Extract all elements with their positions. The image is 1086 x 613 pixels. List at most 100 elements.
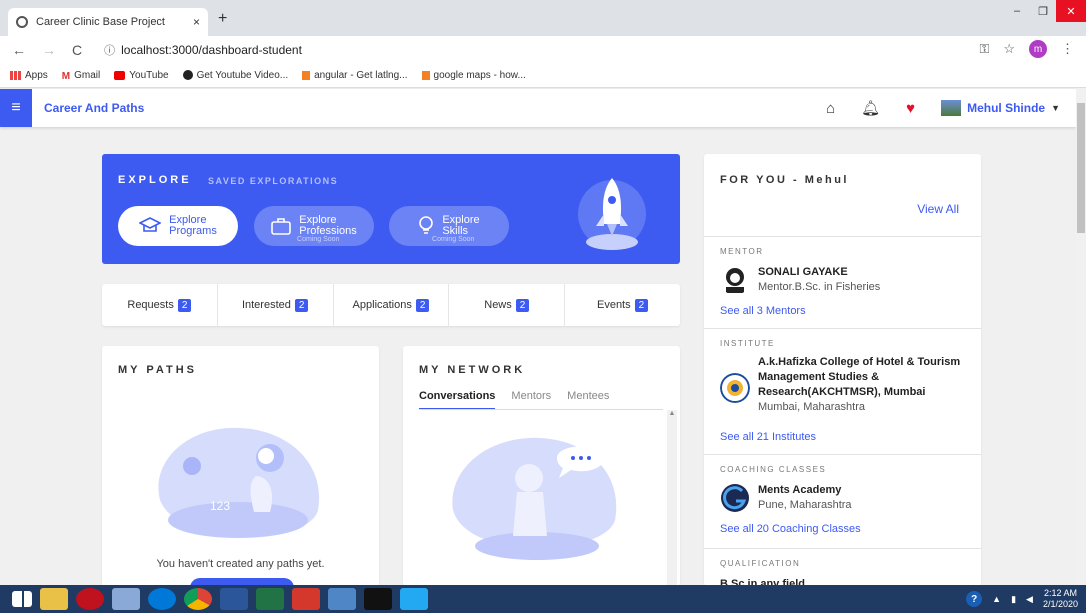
forward-icon[interactable]: → xyxy=(42,42,56,58)
window-close-icon[interactable]: ✕ xyxy=(1056,0,1086,22)
section-label: QUALIFICATION xyxy=(720,559,801,568)
explore-title[interactable]: EXPLORE xyxy=(118,174,192,186)
institute-name[interactable]: A.k.Hafizka College of Hotel & Tourism M… xyxy=(758,355,970,400)
new-tab-button[interactable]: + xyxy=(218,10,227,28)
institute-section: INSTITUTE A.k.Hafizka College of Hotel &… xyxy=(704,328,981,454)
see-all-mentors-link[interactable]: See all 3 Mentors xyxy=(720,305,806,317)
browser-titlebar: Career Clinic Base Project × + – ❐ ✕ xyxy=(0,0,1086,36)
skype-icon[interactable] xyxy=(148,588,176,610)
opera-icon[interactable] xyxy=(76,588,104,610)
view-all-link[interactable]: View All xyxy=(917,202,959,216)
url-text: localhost:3000/dashboard-student xyxy=(121,43,302,57)
tab-title: Career Clinic Base Project xyxy=(36,16,165,28)
excel-icon[interactable] xyxy=(256,588,284,610)
no-paths-message: You haven't created any paths yet. xyxy=(156,558,325,570)
bookmarks-bar: Apps M Gmail YouTube Get Youtube Video...… xyxy=(0,64,1086,88)
page-scrollbar[interactable] xyxy=(1076,89,1086,585)
tray-expand-icon[interactable]: ▲ xyxy=(992,594,1001,604)
bookmark-gmail[interactable]: M Gmail xyxy=(61,70,100,82)
institute-logo xyxy=(720,373,750,403)
bookmark-googlemaps[interactable]: google maps - how... xyxy=(421,70,526,81)
windows-start-icon[interactable] xyxy=(12,591,32,607)
bookmark-github[interactable]: Get Youtube Video... xyxy=(182,70,288,81)
bell-icon[interactable]: 🔔︎ xyxy=(861,99,880,117)
svg-text:123: 123 xyxy=(210,499,230,513)
github-icon xyxy=(182,70,193,81)
explore-programs-button[interactable]: Explore Programs xyxy=(118,206,238,246)
user-avatar xyxy=(941,100,962,116)
terminal-icon[interactable] xyxy=(364,588,392,610)
network-tabs: Conversations Mentors Mentees xyxy=(419,390,609,410)
coaching-name[interactable]: Ments Academy xyxy=(758,483,852,498)
institute-location: Mumbai, Maharashtra xyxy=(758,401,865,413)
explore-skills-button[interactable]: Explore Skills Coming Soon xyxy=(389,206,509,246)
minimize-icon[interactable]: – xyxy=(1004,0,1030,22)
stat-applications[interactable]: Applications 2 xyxy=(334,284,450,326)
browser-tab[interactable]: Career Clinic Base Project × xyxy=(8,8,208,36)
bookmark-youtube[interactable]: YouTube xyxy=(114,70,169,81)
url-field[interactable]: ⓘ localhost:3000/dashboard-student xyxy=(104,42,302,58)
rocket-illustration xyxy=(578,178,646,250)
network-app-icon[interactable] xyxy=(112,588,140,610)
site-favicon-icon xyxy=(16,16,28,28)
brand-title[interactable]: Career And Paths xyxy=(44,101,144,115)
pdf-app-icon[interactable] xyxy=(292,588,320,610)
my-paths-title: MY PATHS xyxy=(118,364,198,376)
scrollbar-thumb[interactable] xyxy=(1077,103,1085,233)
kebab-menu-icon[interactable]: ⋮ xyxy=(1061,41,1074,57)
restore-icon[interactable]: ❐ xyxy=(1030,0,1056,22)
info-icon[interactable]: ⓘ xyxy=(104,45,115,57)
section-label: INSTITUTE xyxy=(720,339,775,348)
apps-grid-icon xyxy=(10,70,21,80)
coming-soon-label: Coming Soon xyxy=(297,236,340,243)
tabs-divider xyxy=(419,409,663,410)
heart-icon[interactable]: ♥ xyxy=(906,100,915,117)
stat-events[interactable]: Events 2 xyxy=(565,284,680,326)
star-icon[interactable]: ☆ xyxy=(1003,41,1015,57)
see-all-coaching-link[interactable]: See all 20 Coaching Classes xyxy=(720,523,861,535)
network-status-icon[interactable]: ▮ xyxy=(1011,594,1016,605)
chrome-icon[interactable] xyxy=(184,588,212,610)
stat-news[interactable]: News 2 xyxy=(449,284,566,326)
coaching-logo xyxy=(721,484,749,512)
tab-conversations[interactable]: Conversations xyxy=(419,390,496,410)
network-scrollbar[interactable]: ▲ xyxy=(667,410,677,586)
explore-professions-button[interactable]: Explore Professions Coming Soon xyxy=(254,206,374,246)
taskbar-clock[interactable]: 2:12 AM 2/1/2020 xyxy=(1043,588,1078,610)
bookmark-angular[interactable]: angular - Get latlng... xyxy=(302,70,408,81)
profile-avatar[interactable]: m xyxy=(1029,40,1047,58)
notepad-icon[interactable] xyxy=(328,588,356,610)
stat-requests[interactable]: Requests 2 xyxy=(102,284,218,326)
hamburger-menu-icon[interactable]: ≡ xyxy=(0,89,32,127)
see-all-institutes-link[interactable]: See all 21 Institutes xyxy=(720,431,816,443)
for-you-title: FOR YOU - Mehul xyxy=(720,174,849,186)
user-menu[interactable]: Mehul Shinde ▼ xyxy=(941,100,1060,116)
tab-close-icon[interactable]: × xyxy=(193,15,200,29)
astronaut-chat-illustration xyxy=(452,437,617,560)
saved-explorations-link[interactable]: SAVED EXPLORATIONS xyxy=(208,176,338,186)
vscode-icon[interactable] xyxy=(400,588,428,610)
reload-icon[interactable]: C xyxy=(72,42,82,58)
for-you-card: FOR YOU - Mehul View All MENTOR SONALI G… xyxy=(704,154,981,586)
tab-mentees[interactable]: Mentees xyxy=(567,390,609,410)
word-icon[interactable] xyxy=(220,588,248,610)
help-icon[interactable]: ? xyxy=(966,591,983,607)
gmail-icon: M xyxy=(61,70,71,82)
tab-mentors[interactable]: Mentors xyxy=(511,390,551,410)
key-icon[interactable]: ⚿ xyxy=(979,41,989,57)
home-icon[interactable]: ⌂ xyxy=(826,100,835,117)
app-header: ≡ Career And Paths ⌂ 🔔︎ ♥ Mehul Shinde ▼ xyxy=(0,89,1076,127)
explore-banner: EXPLORE SAVED EXPLORATIONS Explore Progra… xyxy=(102,154,680,264)
volume-icon[interactable]: ◀ xyxy=(1026,594,1033,605)
mentor-name[interactable]: SONALI GAYAKE xyxy=(758,265,880,280)
my-paths-card: MY PATHS 123 You haven't created any pat… xyxy=(102,346,379,594)
bookmark-apps[interactable]: Apps xyxy=(10,70,48,81)
system-tray: ? ▲ ▮ ◀ 2:12 AM 2/1/2020 xyxy=(966,585,1078,613)
qualification-section: QUALIFICATION B.Sc in any field xyxy=(704,548,981,586)
briefcase-icon xyxy=(271,218,292,235)
address-bar: ← → C ⓘ localhost:3000/dashboard-student … xyxy=(0,36,1086,64)
back-icon[interactable]: ← xyxy=(12,42,26,58)
stat-interested[interactable]: Interested 2 xyxy=(218,284,334,326)
file-explorer-icon[interactable] xyxy=(40,588,68,610)
lightbulb-icon xyxy=(419,216,434,234)
